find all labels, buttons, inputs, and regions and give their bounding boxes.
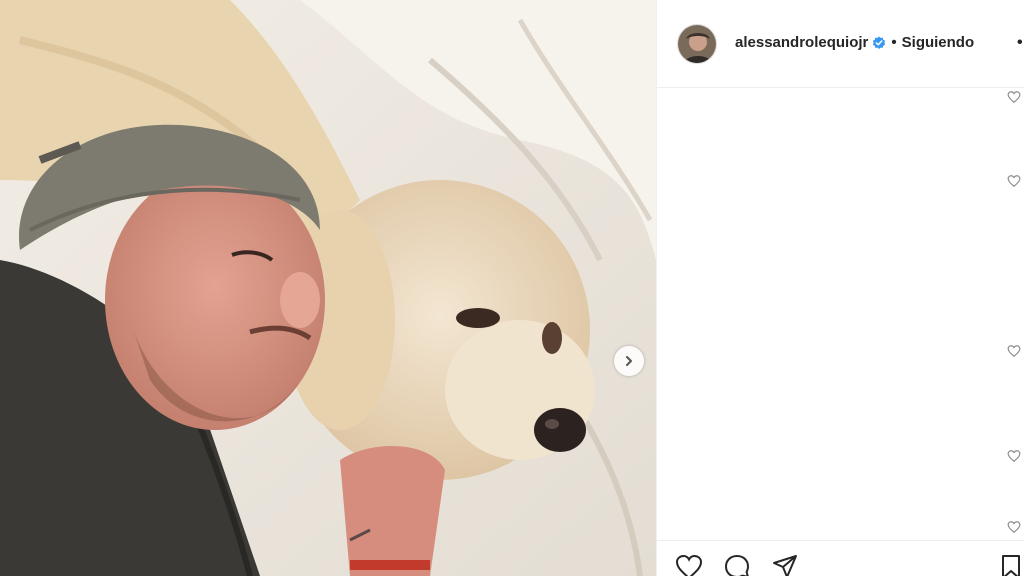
chevron-right-icon — [626, 356, 632, 366]
comment-bubble-icon[interactable] — [723, 553, 751, 576]
comment-like-heart-icon[interactable] — [1007, 449, 1021, 463]
following-button[interactable]: Siguiendo — [902, 34, 975, 51]
header-separator: • — [891, 34, 897, 51]
post-photo-pane[interactable] — [0, 0, 656, 576]
paper-plane-icon[interactable] — [771, 553, 799, 576]
post-photo — [0, 0, 656, 576]
comment-like-heart-icon[interactable] — [1007, 90, 1021, 104]
post-header: alessandrolequiojr • Siguiendo • — [657, 0, 1024, 88]
post-action-bar — [657, 540, 1024, 576]
comment-like-heart-icon[interactable] — [1007, 174, 1021, 188]
avatar[interactable] — [677, 24, 717, 64]
post-header-text: alessandrolequiojr • Siguiendo — [735, 34, 974, 51]
post-side-panel: alessandrolequiojr • Siguiendo • — [656, 0, 1024, 576]
verified-badge-icon — [873, 36, 886, 49]
more-options-icon[interactable]: • — [1017, 34, 1023, 52]
heart-outline-icon[interactable] — [675, 553, 703, 576]
bookmark-icon[interactable] — [997, 553, 1024, 576]
next-photo-button[interactable] — [614, 346, 644, 376]
avatar-image — [678, 25, 716, 63]
instagram-post: alessandrolequiojr • Siguiendo • — [0, 0, 1024, 576]
comment-like-heart-icon[interactable] — [1007, 520, 1021, 534]
comment-like-heart-icon[interactable] — [1007, 344, 1021, 358]
username-link[interactable]: alessandrolequiojr — [735, 34, 868, 51]
